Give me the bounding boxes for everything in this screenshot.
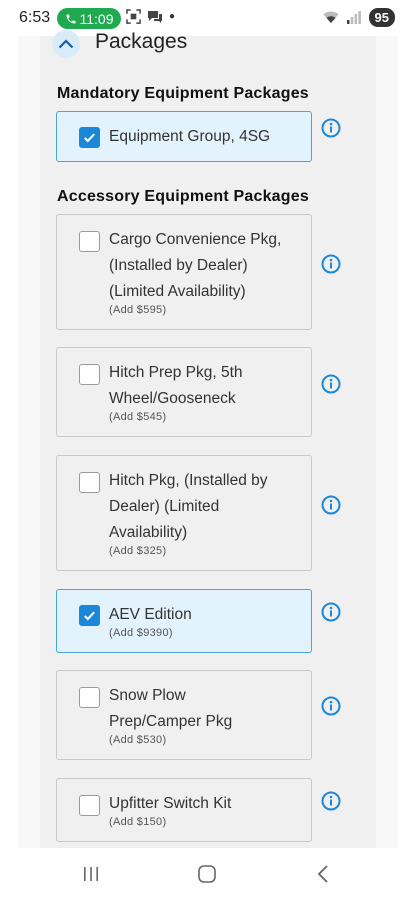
signal-icon [346, 11, 361, 24]
info-icon[interactable] [321, 696, 341, 716]
recent-apps-icon [84, 867, 98, 881]
status-time: 6:53 [19, 9, 51, 26]
package-name: Cargo Convenience Pkg, (Installed by Dea… [109, 227, 299, 305]
call-duration: 11:09 [79, 10, 114, 27]
info-icon[interactable] [321, 374, 341, 394]
back-button[interactable] [312, 861, 334, 887]
package-card-hitch[interactable]: Hitch Pkg, (Installed by Dealer) (Limite… [56, 455, 312, 571]
package-checkbox[interactable] [79, 127, 100, 148]
package-name-line: Snow Plow [109, 687, 186, 704]
package-card-upfitter-switch-kit[interactable]: Upfitter Switch Kit (Add $150) [56, 778, 312, 842]
package-name-line: (Limited Availability) [109, 283, 246, 300]
info-icon[interactable] [321, 791, 341, 811]
mandatory-packages-heading: Mandatory Equipment Packages [57, 85, 309, 102]
package-name-line: Wheel/Gooseneck [109, 390, 236, 407]
packages-section-header[interactable]: Packages [40, 26, 376, 60]
package-checkbox[interactable] [79, 231, 100, 252]
package-name: Hitch Pkg, (Installed by Dealer) (Limite… [109, 468, 299, 546]
package-card-equipment-group[interactable]: Equipment Group, 4SG [56, 111, 312, 162]
system-navigation-bar [0, 848, 415, 900]
info-icon[interactable] [321, 254, 341, 274]
package-name: Upfitter Switch Kit [109, 791, 299, 817]
screenshot-icon [126, 9, 141, 24]
chat-icon [148, 10, 162, 23]
home-button[interactable] [194, 861, 220, 887]
system-icons: 95 [323, 8, 395, 27]
package-name-line: Upfitter Switch Kit [109, 795, 232, 812]
package-name: AEV Edition [109, 602, 299, 628]
package-name: Hitch Prep Pkg, 5th Wheel/Gooseneck [109, 360, 299, 412]
info-icon[interactable] [321, 602, 341, 622]
package-price: (Add $150) [109, 816, 167, 828]
package-name-line: Hitch Pkg, (Installed by [109, 472, 268, 489]
chevron-up-icon [58, 39, 74, 49]
wifi-icon [323, 11, 339, 23]
package-price: (Add $595) [109, 304, 167, 316]
package-name-line: (Installed by Dealer) [109, 257, 248, 274]
home-icon [198, 865, 216, 883]
package-card-aev-edition[interactable]: AEV Edition (Add $9390) [56, 589, 312, 653]
back-icon [317, 865, 328, 883]
package-name-line: Prep/Camper Pkg [109, 713, 233, 730]
accessory-packages-heading: Accessory Equipment Packages [57, 188, 309, 205]
package-checkbox[interactable] [79, 687, 100, 708]
package-checkbox[interactable] [79, 364, 100, 385]
package-checkbox[interactable] [79, 605, 100, 626]
package-name-line: Dealer) (Limited [109, 498, 220, 515]
info-icon[interactable] [321, 118, 341, 138]
package-checkbox[interactable] [79, 472, 100, 493]
package-price: (Add $9390) [109, 627, 173, 639]
collapse-button[interactable] [52, 30, 80, 58]
package-name: Equipment Group, 4SG [109, 128, 271, 145]
package-price: (Add $325) [109, 545, 167, 557]
package-name: Snow Plow Prep/Camper Pkg [109, 683, 299, 735]
package-price: (Add $545) [109, 411, 167, 423]
check-icon [84, 133, 95, 143]
phone-icon [66, 14, 75, 23]
notification-icons: ● [126, 9, 175, 24]
package-card-snow-plow-prep[interactable]: Snow Plow Prep/Camper Pkg (Add $530) [56, 670, 312, 760]
package-name-line: Availability) [109, 524, 188, 541]
package-name-line: AEV Edition [109, 606, 192, 623]
info-icon[interactable] [321, 495, 341, 515]
package-checkbox[interactable] [79, 795, 100, 816]
package-card-hitch-prep[interactable]: Hitch Prep Pkg, 5th Wheel/Gooseneck (Add… [56, 347, 312, 437]
check-icon [84, 611, 95, 621]
battery-indicator: 95 [368, 8, 395, 27]
section-title: Packages [95, 30, 188, 53]
package-price: (Add $530) [109, 734, 167, 746]
package-card-cargo-convenience[interactable]: Cargo Convenience Pkg, (Installed by Dea… [56, 214, 312, 330]
recent-apps-button[interactable] [80, 861, 102, 887]
package-name-line: Hitch Prep Pkg, 5th [109, 364, 243, 381]
package-name-line: Cargo Convenience Pkg, [109, 231, 282, 248]
more-notifications-dot: ● [169, 11, 176, 22]
